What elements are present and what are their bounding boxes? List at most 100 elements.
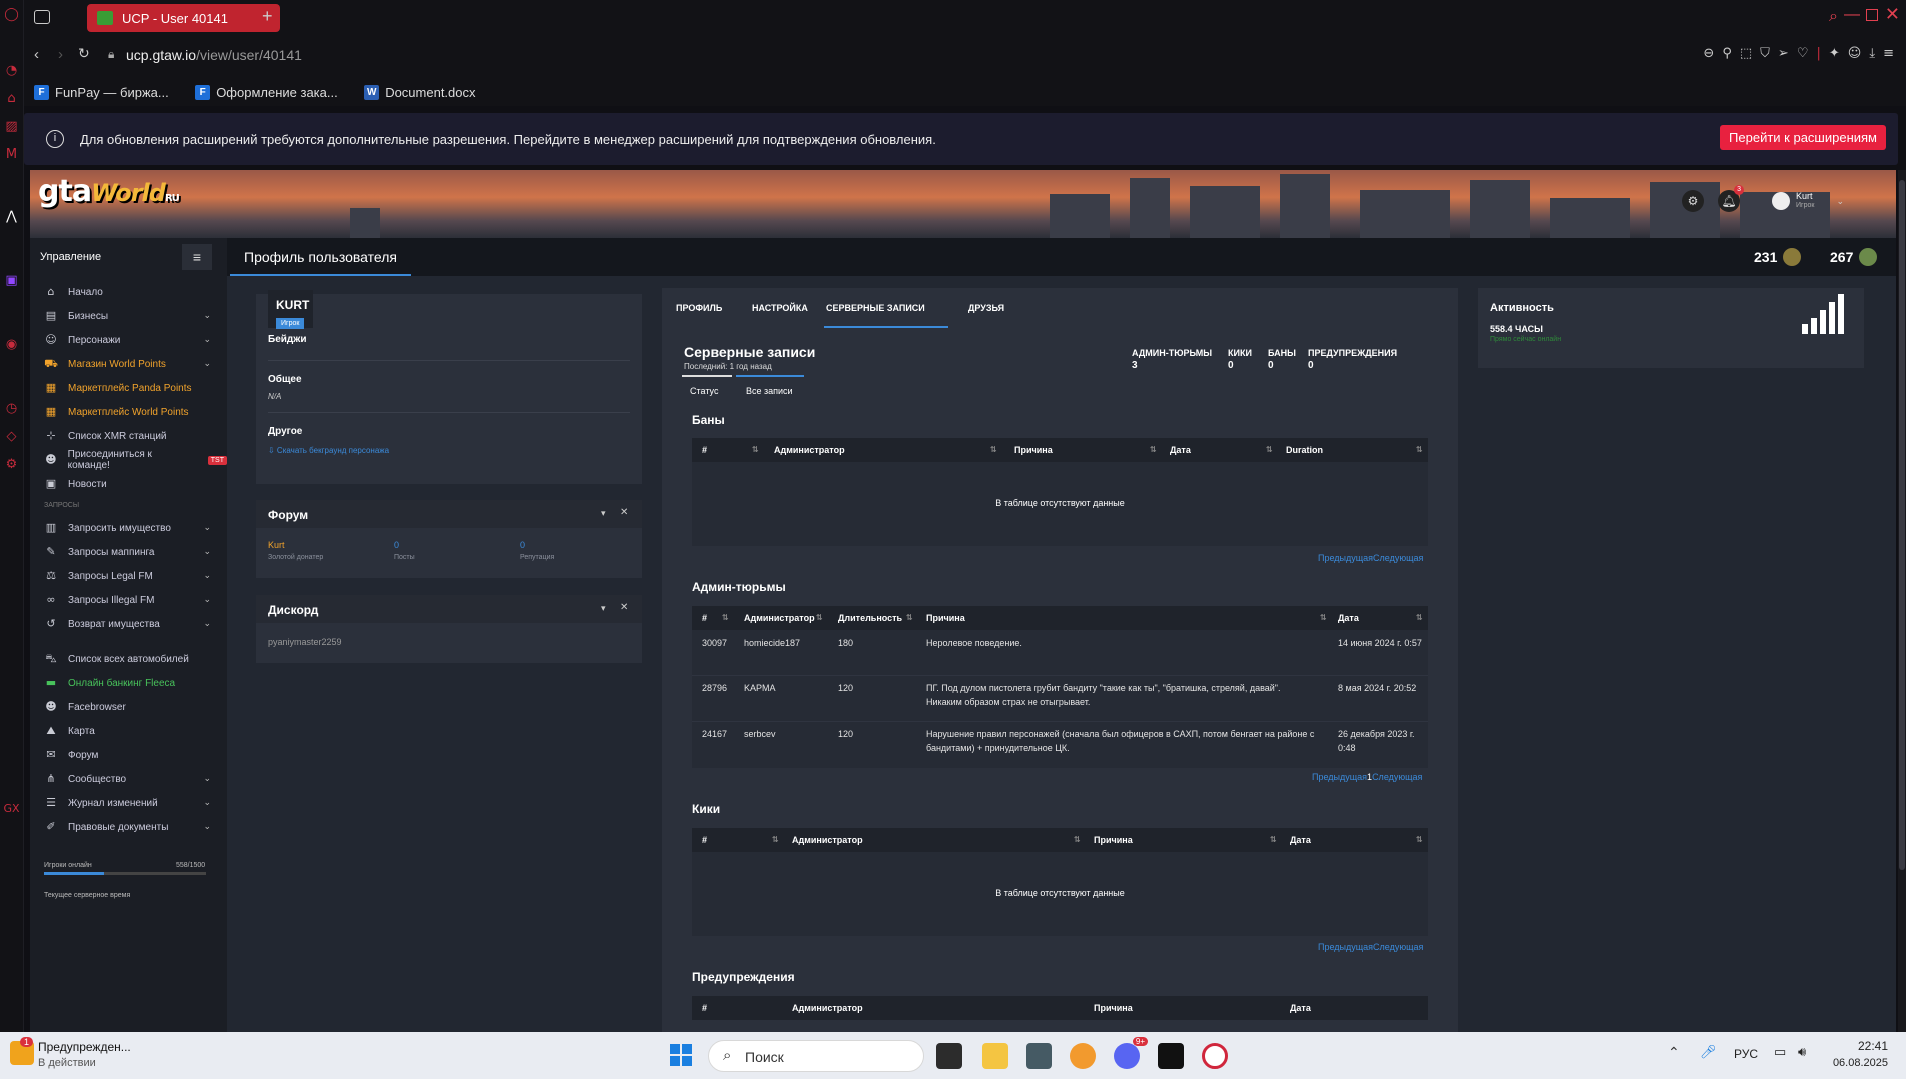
column-header[interactable]: Дата — [1338, 613, 1359, 623]
sidebar-item-wp-shop[interactable]: ⛟ Магазин World Points ⌄ — [30, 352, 227, 376]
browser-app-icon[interactable] — [1070, 1043, 1096, 1069]
column-header[interactable]: Дата — [1290, 1003, 1311, 1013]
sidebar-item-join-team[interactable]: ☻ Присоединиться к команде! TST — [30, 448, 227, 472]
subtab-all-records[interactable]: Все записи — [746, 386, 793, 396]
snapshot-icon[interactable]: ⬚ — [1740, 46, 1752, 61]
prev-page-link[interactable]: Предыдущая — [1318, 942, 1373, 952]
clock-time[interactable]: 22:41 — [1834, 1039, 1888, 1053]
volume-icon[interactable]: 🔊︎ — [1798, 1044, 1806, 1060]
bell-icon[interactable]: 🔔︎ 3 — [1718, 185, 1745, 212]
zoom-icon[interactable]: ⊖ — [1703, 46, 1714, 61]
aria-icon[interactable]: ⋀ — [3, 208, 20, 225]
sidebar-item-forum[interactable]: ✉ Форум — [30, 743, 227, 767]
microphone-icon[interactable]: 🎤︎ — [1700, 1044, 1717, 1060]
column-header[interactable]: Дата — [1290, 835, 1311, 845]
search-icon[interactable]: ⌕ — [1829, 8, 1838, 26]
sidebar-item-panda-market[interactable]: ▦ Маркетплейс Panda Points — [30, 376, 227, 400]
sidebar-item-vehicles[interactable]: ⛍ Список всех автомобилей — [30, 647, 227, 671]
task-view-icon[interactable] — [936, 1043, 962, 1069]
tab-friends[interactable]: ДРУЗЬЯ — [968, 303, 1004, 313]
new-tab-button[interactable]: + — [262, 6, 273, 27]
heart-icon[interactable]: ♡ — [1797, 46, 1809, 61]
column-header[interactable]: Администратор — [792, 835, 863, 845]
sort-icon[interactable]: ⇅ — [1416, 445, 1423, 454]
minimize-icon[interactable]: — — [1844, 6, 1860, 24]
sort-icon[interactable]: ⇅ — [1416, 835, 1423, 844]
sidebar-item-legal-docs[interactable]: ✐ Правовые документы ⌄ — [30, 815, 227, 839]
forum-user[interactable]: Kurt — [268, 540, 285, 550]
browser-tab[interactable]: UCP - User 40141 — [87, 4, 280, 32]
close-icon[interactable]: ✕ — [620, 602, 628, 613]
sidebar-item-home[interactable]: ⌂ Начало — [30, 280, 227, 304]
store-icon[interactable] — [1026, 1043, 1052, 1069]
mail-icon[interactable]: M — [3, 146, 20, 163]
clock-date[interactable]: 06.08.2025 — [1826, 1057, 1888, 1069]
column-header[interactable]: Длительность — [838, 613, 902, 623]
column-header[interactable]: Причина — [1094, 835, 1133, 845]
settings-gear-icon[interactable]: ⚙ — [1682, 190, 1705, 212]
column-header[interactable]: Администратор — [774, 445, 845, 455]
twitch-icon[interactable]: ▣ — [3, 272, 20, 289]
adblock-icon[interactable]: ⛉ — [1760, 46, 1770, 61]
sidebar-item-request-property[interactable]: ▥ Запросить имущество ⌄ — [30, 516, 227, 540]
player-icon[interactable]: ◉ — [3, 336, 20, 353]
column-header[interactable]: # — [702, 613, 707, 623]
opera-logo-icon[interactable]: ◯ — [3, 6, 20, 23]
column-header[interactable]: # — [702, 835, 707, 845]
url-field[interactable]: ucp.gtaw.io/view/user/40141 — [126, 47, 302, 63]
column-header[interactable]: Причина — [1014, 445, 1053, 455]
file-explorer-icon[interactable] — [982, 1043, 1008, 1069]
sort-icon[interactable]: ⇅ — [906, 613, 913, 622]
next-page-link[interactable]: Следующая — [1373, 553, 1423, 563]
sort-icon[interactable]: ⇅ — [1320, 613, 1327, 622]
bookmark-funpay[interactable]: F FunPay — биржа... — [34, 85, 169, 100]
gta-world-logo[interactable]: gtaWorldRU — [38, 174, 180, 209]
reload-icon[interactable]: ↻ — [78, 45, 90, 62]
sort-icon[interactable]: ⇅ — [722, 613, 729, 622]
column-header[interactable]: # — [702, 445, 707, 455]
sort-icon[interactable]: ⇅ — [1416, 613, 1423, 622]
column-header[interactable]: Дата — [1170, 445, 1191, 455]
discord-icon[interactable]: 9+ — [1114, 1037, 1148, 1069]
forward-icon[interactable]: › — [58, 46, 63, 63]
sort-icon[interactable]: ⇅ — [1150, 445, 1157, 454]
sidebar-item-xmr[interactable]: ⊹ Список XMR станций — [30, 424, 227, 448]
sidebar-item-legal-fm[interactable]: ⚖ Запросы Legal FM ⌄ — [30, 564, 227, 588]
scrollbar-thumb[interactable] — [1899, 180, 1905, 870]
profile-icon[interactable]: ☺ — [1848, 46, 1862, 61]
sort-icon[interactable]: ⇅ — [1270, 835, 1277, 844]
tab-settings[interactable]: НАСТРОЙКА — [752, 303, 808, 313]
rockstar-icon[interactable] — [1158, 1043, 1184, 1069]
workspace-icon[interactable]: ▨ — [3, 118, 20, 135]
next-page-link[interactable]: Следующая — [1373, 942, 1423, 952]
download-icon[interactable]: ⤓ — [1869, 46, 1875, 61]
speed-dial-icon[interactable]: ◔ — [3, 62, 20, 79]
tab-server-records[interactable]: СЕРВЕРНЫЕ ЗАПИСИ — [826, 303, 925, 313]
table-row[interactable]: 28796 KAPMA 120 ПГ. Под дулом пистолета … — [692, 676, 1428, 721]
column-header[interactable]: Duration — [1286, 445, 1323, 455]
download-background-link[interactable]: ⇩ Скачать бекграунд персонажа — [268, 446, 389, 455]
sort-icon[interactable]: ⇅ — [1266, 445, 1273, 454]
sort-icon[interactable]: ⇅ — [752, 445, 759, 454]
tab-profile[interactable]: ПРОФИЛЬ — [676, 303, 722, 313]
page-scrollbar[interactable] — [1898, 170, 1906, 1032]
bookmark-order[interactable]: F Оформление зака... — [195, 85, 338, 100]
puzzle-icon[interactable]: ✦ — [1829, 46, 1840, 61]
sort-icon[interactable]: ⇅ — [816, 613, 823, 622]
tab-islands-icon[interactable] — [34, 10, 50, 24]
sidebar-item-wp-market[interactable]: ▦ Маркетплейс World Points — [30, 400, 227, 424]
menu-icon[interactable]: ≡ — [1883, 46, 1894, 61]
table-row[interactable]: 24167 serbcev 120 Нарушение правил персо… — [692, 722, 1428, 767]
sidebar-toggle-button[interactable]: ≡ — [182, 244, 212, 270]
extensions-icon[interactable]: ⌂ — [3, 90, 20, 107]
next-page-link[interactable]: Следующая — [1372, 772, 1422, 782]
history-icon[interactable]: ◷ — [3, 400, 20, 417]
sidebar-item-facebrowser[interactable]: ☻ Facebrowser — [30, 695, 227, 719]
prev-page-link[interactable]: Предыдущая — [1318, 553, 1373, 563]
sidebar-item-mapping[interactable]: ✎ Запросы маппинга ⌄ — [30, 540, 227, 564]
sort-icon[interactable]: ⇅ — [772, 835, 779, 844]
column-header[interactable]: Администратор — [792, 1003, 863, 1013]
back-icon[interactable]: ‹ — [34, 46, 39, 63]
column-header[interactable]: Причина — [1094, 1003, 1133, 1013]
subtab-status[interactable]: Статус — [690, 386, 718, 396]
